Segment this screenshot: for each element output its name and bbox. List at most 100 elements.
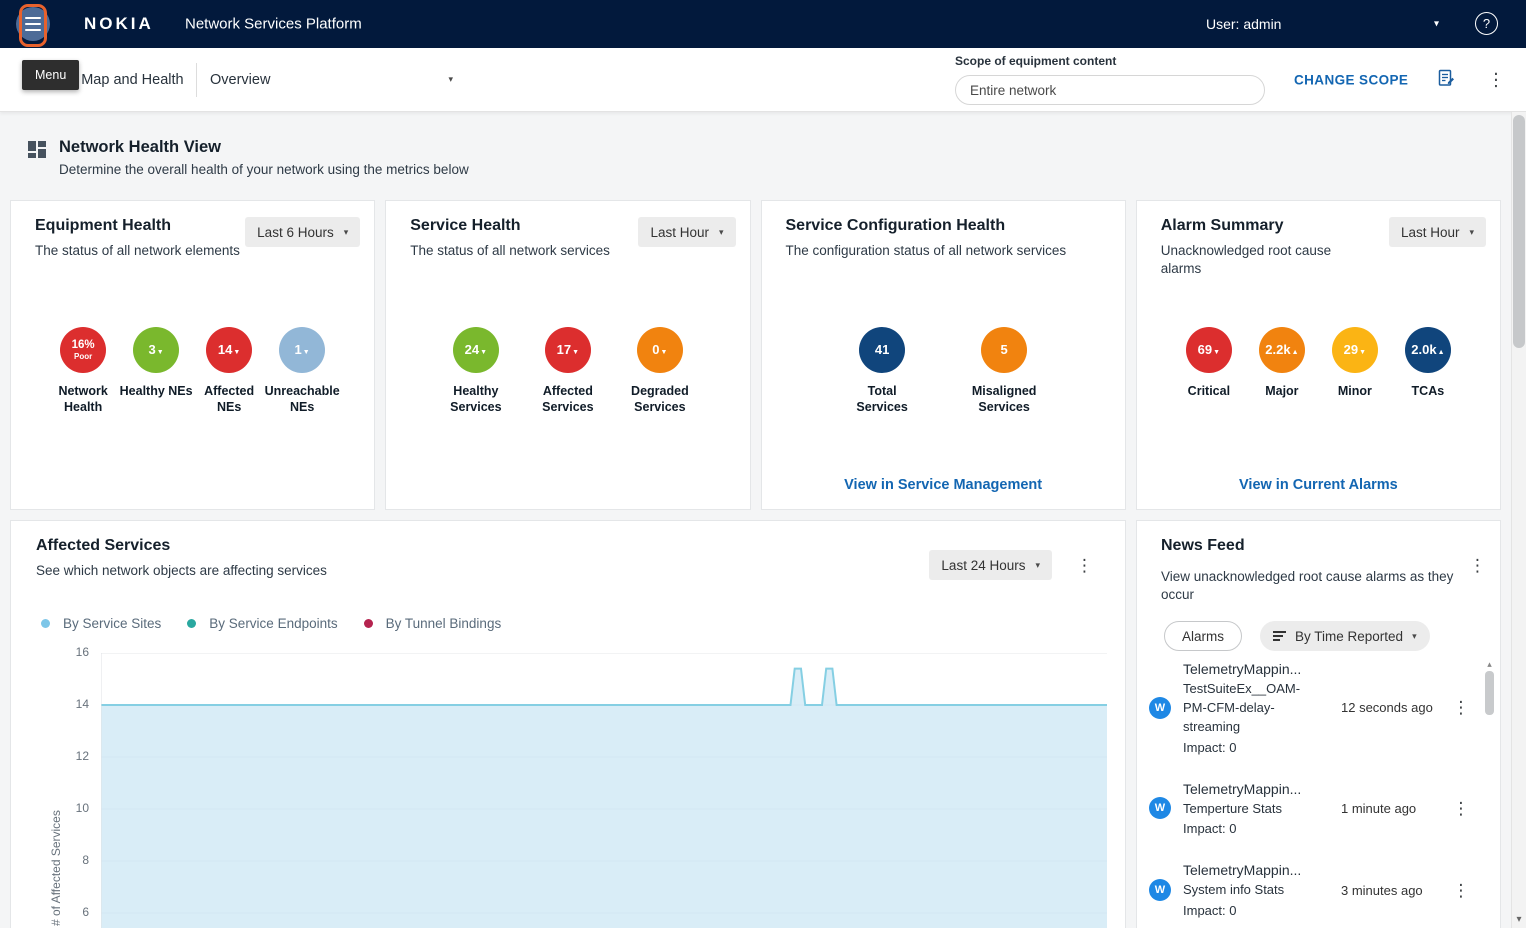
trend-down-icon: ▼: [572, 349, 579, 356]
report-icon[interactable]: [1437, 69, 1456, 91]
sort-dropdown-value: By Time Reported: [1295, 629, 1403, 644]
click-target-highlight: [19, 4, 47, 47]
metric-bubble: 0▼: [637, 327, 683, 373]
nokia-logo: NOKIA: [84, 14, 154, 34]
user-menu[interactable]: User: admin: [1206, 16, 1281, 32]
menu-tooltip: Menu: [22, 60, 79, 90]
scrollbar-thumb[interactable]: [1513, 115, 1525, 348]
y-axis-ticks: 1614121086: [67, 653, 93, 928]
card-subtitle: The status of all network services: [410, 242, 610, 260]
metric-value: 1▼: [295, 343, 310, 357]
card-link[interactable]: View in Current Alarms: [1137, 477, 1500, 493]
metric-label: Misaligned Services: [968, 383, 1041, 416]
metrics-row: 16% Poor Network Health 3▼ Healthy NEs 1…: [31, 327, 354, 416]
top-bar: NOKIA Network Services Platform User: ad…: [0, 0, 1526, 48]
time-filter-dropdown[interactable]: Last Hour ▾: [1389, 217, 1486, 247]
scope-input[interactable]: [955, 75, 1265, 105]
severity-badge: W: [1149, 797, 1171, 819]
metric: 41 Total Services: [846, 327, 919, 416]
alarm-list: W TelemetryMappin... TestSuiteEx__OAM-PM…: [1149, 661, 1470, 928]
metric-bubble: 69▼: [1186, 327, 1232, 373]
alarm-list-item[interactable]: W TelemetryMappin... System info Stats I…: [1149, 862, 1470, 918]
metric-value: 69▼: [1198, 343, 1220, 357]
legend-item[interactable]: By Tunnel Bindings: [364, 616, 502, 631]
scroll-down-arrow[interactable]: ▾: [1512, 914, 1526, 925]
card-title: Service Configuration Health: [786, 217, 1067, 235]
toolbar: Network Map and Health Overview ▾ Scope …: [0, 48, 1526, 112]
chevron-down-icon: ▾: [448, 75, 453, 84]
more-options-icon[interactable]: ⋮: [1076, 557, 1093, 574]
y-tick-label: 10: [76, 801, 89, 815]
more-options-icon[interactable]: ⋮: [1487, 69, 1505, 90]
metric-bubble: 3▼: [133, 327, 179, 373]
metric-value: 17▼: [557, 343, 579, 357]
metric-sub-value: Poor: [74, 352, 92, 362]
trend-down-icon: ▼: [661, 349, 668, 356]
change-scope-button[interactable]: CHANGE SCOPE: [1294, 72, 1408, 87]
scrollbar-thumb[interactable]: [1485, 671, 1494, 715]
health-card: Service Health The status of all network…: [385, 200, 750, 510]
trend-up-icon: ▲: [1438, 349, 1445, 356]
time-filter-dropdown[interactable]: Last Hour ▾: [638, 217, 735, 247]
health-card: Equipment Health The status of all netwo…: [10, 200, 375, 510]
dashboard-icon: [28, 141, 46, 177]
legend-label: By Service Endpoints: [209, 616, 337, 631]
card-title: Equipment Health: [35, 217, 240, 235]
page-scrollbar[interactable]: ▾: [1511, 112, 1526, 928]
time-filter-dropdown[interactable]: Last 6 Hours ▾: [245, 217, 360, 247]
metric-bubble: 2.2k▲: [1259, 327, 1305, 373]
legend-dot: [187, 619, 196, 628]
metric: 14▼ Affected NEs: [193, 327, 266, 416]
section-subtitle: Determine the overall health of your net…: [59, 162, 469, 177]
chevron-down-icon: ▾: [719, 228, 724, 237]
news-feed-scrollbar[interactable]: ▴: [1485, 659, 1494, 928]
trend-down-icon: ▼: [303, 349, 310, 356]
more-options-icon[interactable]: ⋮: [1469, 557, 1486, 574]
divider: [196, 63, 197, 97]
metric: 3▼ Healthy NEs: [120, 327, 193, 416]
network-health-header: Network Health View Determine the overal…: [28, 138, 469, 177]
metric: 1▼ Unreachable NEs: [266, 327, 339, 416]
help-icon[interactable]: ?: [1475, 12, 1498, 35]
metric: 69▼ Critical: [1172, 327, 1245, 399]
trend-down-icon: ▼: [1213, 349, 1220, 356]
time-filter-dropdown[interactable]: Last 24 Hours ▾: [929, 550, 1052, 580]
y-tick-label: 6: [82, 905, 89, 919]
scroll-up-arrow[interactable]: ▴: [1485, 659, 1494, 669]
view-dropdown[interactable]: Overview ▾: [210, 72, 453, 88]
alarm-list-item[interactable]: W TelemetryMappin... Temperture Stats Im…: [1149, 781, 1470, 837]
metric-label: TCAs: [1412, 383, 1445, 399]
news-feed-filters: Alarms By Time Reported ▾: [1137, 604, 1500, 651]
alarm-detail: Temperture Stats: [1183, 800, 1313, 819]
chevron-down-icon[interactable]: ▾: [1434, 19, 1439, 30]
metric-value: 16%: [72, 339, 95, 352]
card-subtitle: See which network objects are affecting …: [36, 562, 327, 580]
card-subtitle: Unacknowledged root cause alarms: [1161, 242, 1373, 278]
y-tick-label: 14: [76, 697, 89, 711]
sort-icon: [1273, 631, 1286, 641]
metric: 24▼ Healthy Services: [439, 327, 512, 416]
alarm-list-item[interactable]: W TelemetryMappin... TestSuiteEx__OAM-PM…: [1149, 661, 1470, 755]
metric-label: Critical: [1188, 383, 1230, 399]
main-content: Network Health View Determine the overal…: [0, 112, 1511, 928]
legend-item[interactable]: By Service Sites: [41, 616, 161, 631]
alarm-impact: Impact: 0: [1183, 821, 1335, 836]
metric-label: Network Health: [47, 383, 120, 416]
metric-value: 2.2k▲: [1265, 343, 1298, 357]
app-title: Network Services Platform: [185, 16, 362, 33]
view-dropdown-value: Overview: [210, 72, 270, 88]
chevron-down-icon: ▾: [344, 228, 349, 237]
metric: 29▼ Minor: [1318, 327, 1391, 399]
more-options-icon[interactable]: ⋮: [1452, 800, 1470, 817]
metric-value: 41: [875, 343, 889, 357]
alarms-filter-chip[interactable]: Alarms: [1164, 621, 1242, 651]
more-options-icon[interactable]: ⋮: [1452, 699, 1470, 716]
metric-bubble: 2.0k▲: [1405, 327, 1451, 373]
card-link[interactable]: View in Service Management: [762, 477, 1125, 493]
health-cards-row: Equipment Health The status of all netwo…: [10, 200, 1501, 510]
sort-dropdown[interactable]: By Time Reported ▾: [1260, 621, 1430, 651]
metrics-row: 69▼ Critical 2.2k▲ Major 29▼ Minor 2.0k▲…: [1157, 327, 1480, 399]
more-options-icon[interactable]: ⋮: [1452, 882, 1470, 899]
alarm-detail: TestSuiteEx__OAM-PM-CFM-delay-streaming: [1183, 680, 1313, 737]
legend-item[interactable]: By Service Endpoints: [187, 616, 337, 631]
